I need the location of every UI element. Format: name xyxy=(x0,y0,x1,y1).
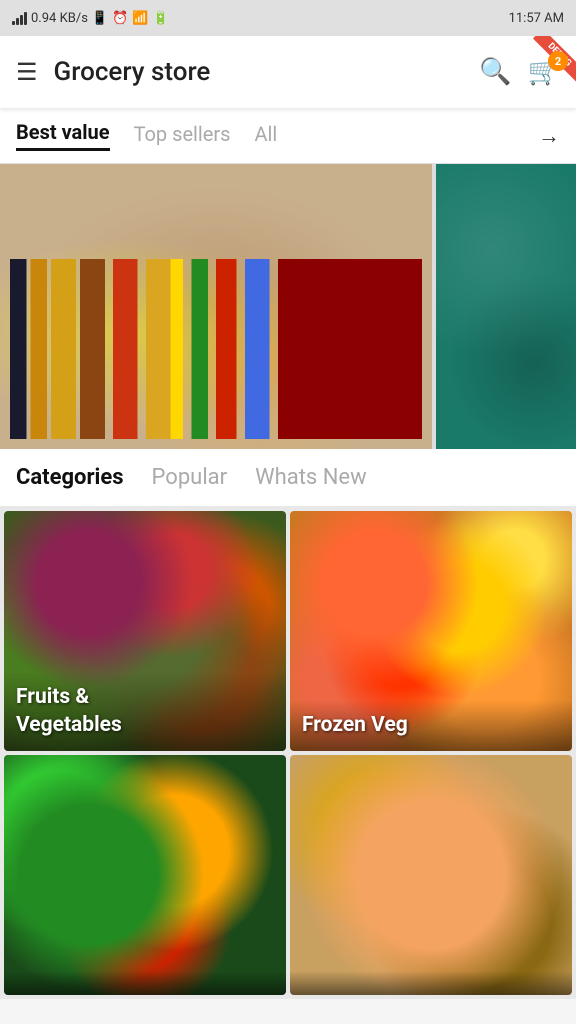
category-overlay-frozen: Frozen Veg xyxy=(290,700,572,751)
drinks-image xyxy=(4,755,286,995)
category-grid: Fruits &Vegetables Frozen Veg xyxy=(0,507,576,999)
banner-side-content xyxy=(436,164,576,449)
banner-main-image xyxy=(0,164,432,449)
app-header: ☰ Grocery store 🔍 🛒 2 xyxy=(0,36,576,108)
category-overlay-grains xyxy=(290,971,572,995)
tab-best-value[interactable]: Best value xyxy=(16,120,110,151)
category-card-grains[interactable] xyxy=(290,755,572,995)
status-bar-left: 0.94 KB/s 📱 ⏰ 📶 🔋 xyxy=(12,11,169,26)
tabs-arrow-icon[interactable]: → xyxy=(538,123,560,149)
status-bar-right: 11:57 AM xyxy=(509,11,564,26)
tab-popular[interactable]: Popular xyxy=(152,465,228,490)
category-card-drinks[interactable] xyxy=(4,755,286,995)
tab-whats-new[interactable]: Whats New xyxy=(255,465,367,490)
category-card-fruits-veg[interactable]: Fruits &Vegetables xyxy=(4,511,286,751)
status-bar: 0.94 KB/s 📱 ⏰ 📶 🔋 11:57 AM xyxy=(0,0,576,36)
time-display: 11:57 AM xyxy=(509,11,564,26)
alarm-icon: ⏰ xyxy=(112,11,128,26)
tab-categories[interactable]: Categories xyxy=(16,465,124,490)
section-tabs-row: Categories Popular Whats New xyxy=(0,449,576,507)
value-tabs-row: Best value Top sellers All → xyxy=(0,108,576,164)
hamburger-menu-icon[interactable]: ☰ xyxy=(16,60,38,84)
category-overlay-drinks xyxy=(4,971,286,995)
tab-all[interactable]: All xyxy=(255,122,278,150)
grocery-display xyxy=(0,164,432,449)
network-speed: 0.94 KB/s xyxy=(31,11,88,26)
tab-top-sellers[interactable]: Top sellers xyxy=(134,122,231,150)
category-overlay: Fruits &Vegetables xyxy=(4,672,286,751)
banner-side-image xyxy=(436,164,576,449)
search-icon[interactable]: 🔍 xyxy=(479,57,511,87)
category-label-frozen-veg: Frozen Veg xyxy=(302,712,560,739)
category-label-fruits-veg: Fruits &Vegetables xyxy=(16,684,274,739)
battery-icon: 🔋 xyxy=(152,11,168,26)
banner-section xyxy=(0,164,576,449)
cart-container[interactable]: 🛒 2 xyxy=(528,57,560,87)
cart-badge: 2 xyxy=(548,51,568,71)
page-title: Grocery store xyxy=(54,57,480,87)
grains-image xyxy=(290,755,572,995)
category-card-frozen-veg[interactable]: Frozen Veg xyxy=(290,511,572,751)
wifi-icon: 📶 xyxy=(132,11,148,26)
signal-icon xyxy=(12,11,27,25)
phone-icon: 📱 xyxy=(92,11,108,26)
